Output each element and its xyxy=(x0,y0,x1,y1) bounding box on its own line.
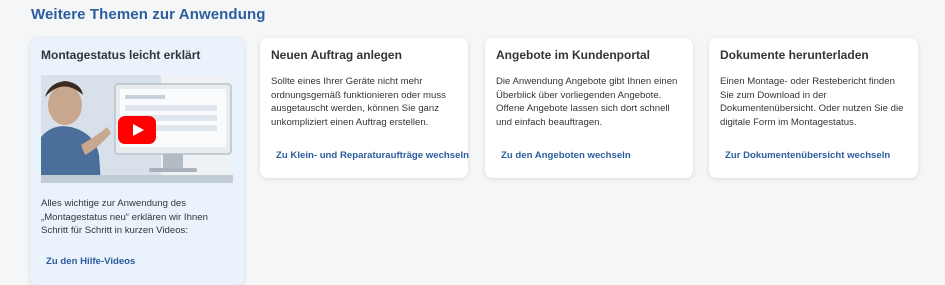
card-text: Alles wichtige zur Anwendung des „Montag… xyxy=(41,198,208,237)
angebote-link[interactable]: Zu den Angeboten wechseln xyxy=(501,150,631,161)
video-thumbnail[interactable] xyxy=(41,75,233,183)
hilfe-videos-link[interactable]: Zu den Hilfe-Videos xyxy=(46,256,135,267)
play-icon[interactable] xyxy=(118,116,156,144)
card-dokumente: Dokumente herunterladen Einen Montage- o… xyxy=(709,38,918,178)
card-title: Dokumente herunterladen xyxy=(720,48,869,62)
dokumentenuebersicht-link[interactable]: Zur Dokumentenübersicht wechseln xyxy=(725,150,890,161)
card-neuer-auftrag: Neuen Auftrag anlegen Sollte eines Ihrer… xyxy=(260,38,469,178)
card-title: Montagestatus leicht erklärt xyxy=(41,48,201,62)
card-montagestatus: Montagestatus leicht erklärt Alles wicht… xyxy=(30,38,244,285)
reparaturauftraege-link[interactable]: Zu Klein- und Reparaturaufträge wechseln xyxy=(276,150,469,161)
card-title: Angebote im Kundenportal xyxy=(496,48,650,62)
section-title: Weitere Themen zur Anwendung xyxy=(31,6,266,23)
card-text: Die Anwendung Angebote gibt Ihnen einen … xyxy=(496,76,678,128)
card-text: Sollte eines Ihrer Geräte nicht mehr ord… xyxy=(271,76,446,128)
card-angebote: Angebote im Kundenportal Die Anwendung A… xyxy=(485,38,693,178)
card-title: Neuen Auftrag anlegen xyxy=(271,48,402,62)
card-text: Einen Montage- oder Restebericht finden … xyxy=(720,76,904,128)
